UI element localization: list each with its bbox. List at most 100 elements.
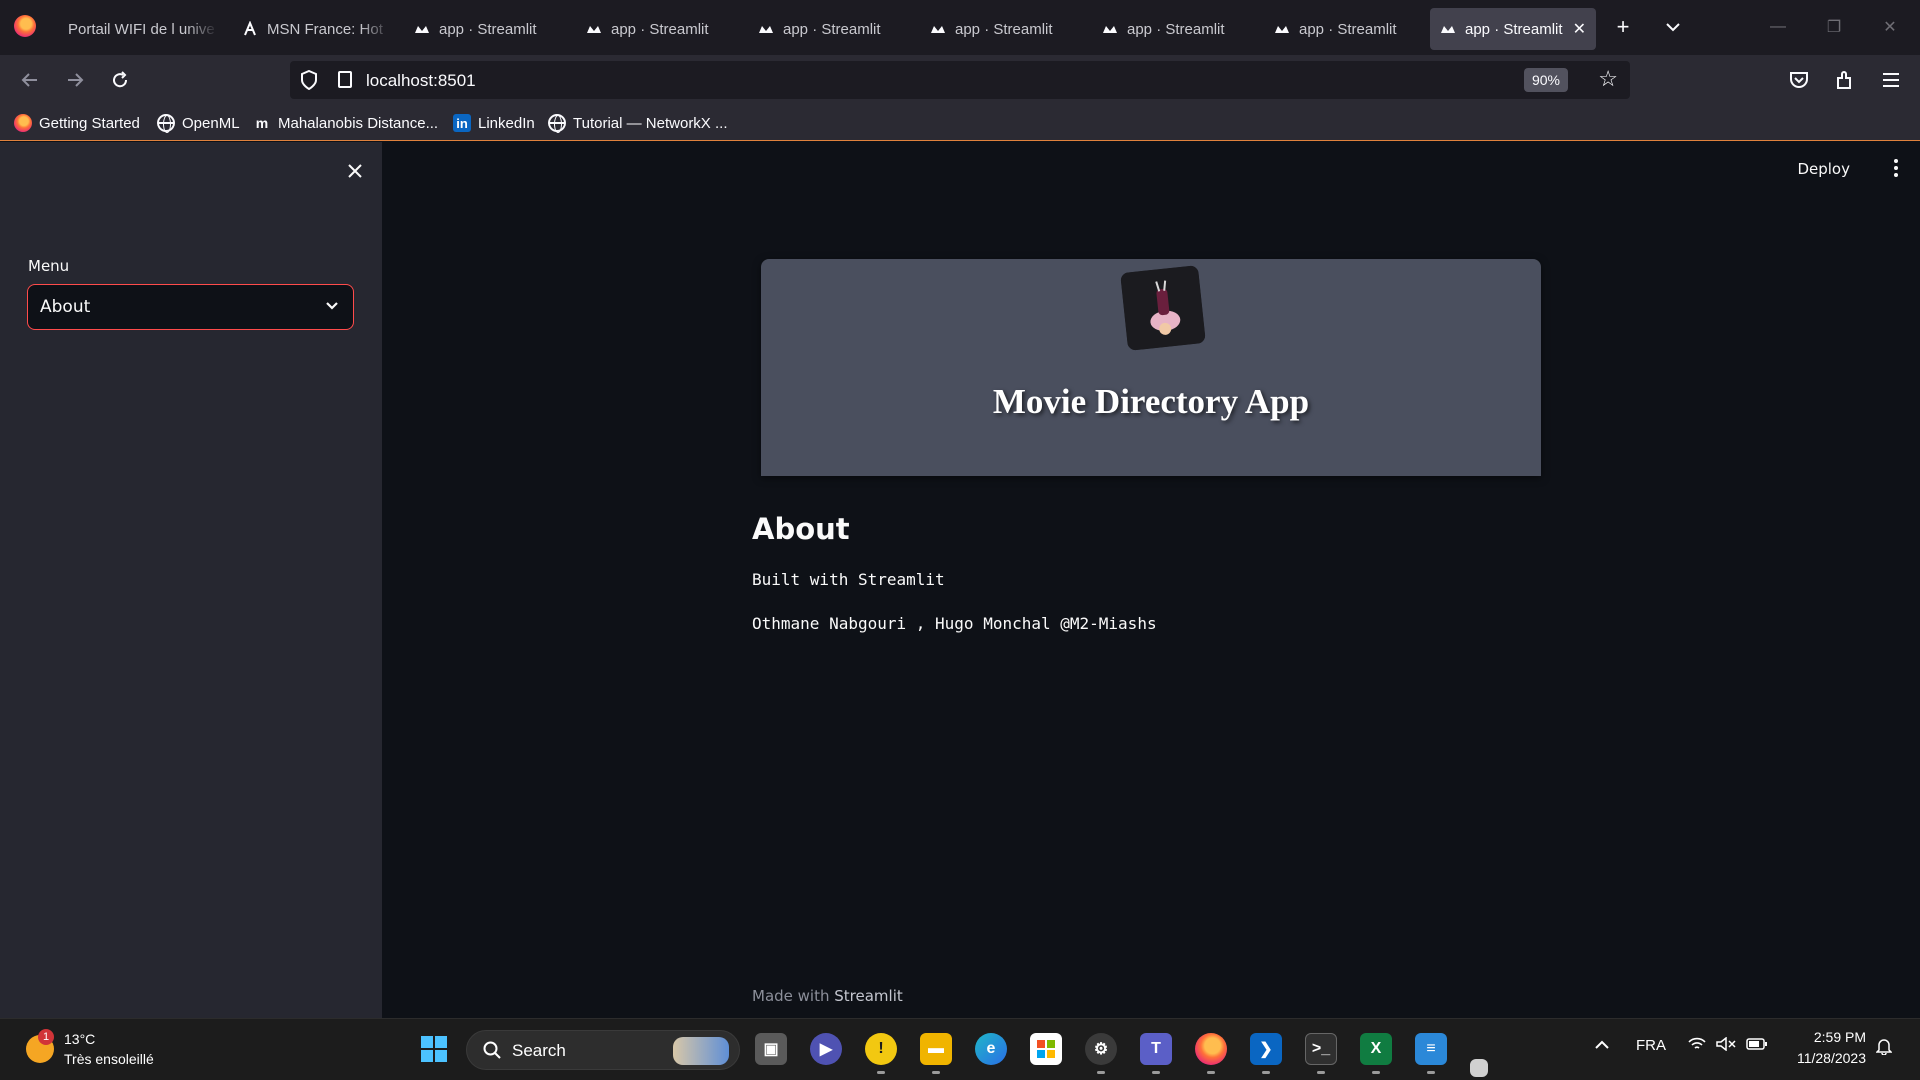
url-bar[interactable]: localhost:8501 90% ☆	[290, 61, 1630, 99]
bookmark-getting-started[interactable]: Getting Started	[14, 112, 140, 134]
weather-temp[interactable]: 13°C	[64, 1031, 95, 1047]
list-tabs-icon[interactable]	[1658, 12, 1688, 42]
settings-gear-icon[interactable]: ⚙	[1085, 1033, 1117, 1065]
browser-tab[interactable]: MSN France: Hot	[232, 8, 392, 50]
terminal-icon[interactable]: >_	[1305, 1033, 1337, 1065]
weather-desc[interactable]: Très ensoleillé	[64, 1051, 154, 1067]
snipping-tool-icon[interactable]	[1470, 1059, 1488, 1077]
menu-select[interactable]: About	[27, 284, 354, 330]
streamlit-icon	[586, 21, 602, 37]
page-info-icon[interactable]	[338, 71, 352, 88]
firefox-icon	[14, 114, 32, 132]
search-highlight-image	[673, 1037, 729, 1065]
msn-icon	[242, 21, 258, 37]
start-windows-icon[interactable]	[418, 1033, 450, 1065]
browser-tab[interactable]: app · Streamlit	[576, 8, 736, 50]
footer-streamlit-link[interactable]: Streamlit	[834, 987, 903, 1005]
url-text[interactable]: localhost:8501	[366, 71, 476, 91]
browser-tab-strip: Portail WIFI de l unive MSN France: Hot …	[0, 0, 1920, 55]
browser-tab[interactable]: app · Streamlit	[748, 8, 908, 50]
close-sidebar-icon[interactable]	[340, 156, 370, 186]
bookmark-networkx[interactable]: Tutorial — NetworkX ...	[548, 112, 727, 134]
notification-bell-icon[interactable]	[1875, 1037, 1893, 1059]
windows-taskbar: 1 13°C Très ensoleillé Search ▣ ▶ ! ▬ e …	[0, 1018, 1920, 1080]
deploy-button[interactable]: Deploy	[1797, 160, 1850, 178]
bookmark-linkedin[interactable]: in LinkedIn	[453, 112, 535, 134]
running-indicator	[1097, 1071, 1105, 1074]
browser-tab-active[interactable]: app · Streamlit ✕	[1430, 8, 1596, 50]
app-header-banner: Movie Directory App	[761, 259, 1541, 476]
teams-chat-icon[interactable]: ▶	[810, 1033, 842, 1065]
firefox-icon[interactable]	[1195, 1033, 1227, 1065]
running-indicator	[1317, 1071, 1325, 1074]
notepad-icon[interactable]: ≡	[1415, 1033, 1447, 1065]
close-tab-icon[interactable]: ✕	[1573, 19, 1586, 39]
close-window-icon[interactable]: ✕	[1870, 12, 1910, 42]
new-tab-icon[interactable]: +	[1608, 12, 1638, 42]
browser-tab[interactable]: Portail WIFI de l unive	[58, 8, 218, 50]
pocket-icon[interactable]	[1784, 65, 1814, 95]
battery-icon[interactable]	[1746, 1037, 1768, 1054]
linkedin-icon: in	[453, 114, 471, 132]
app-menu-icon[interactable]	[1876, 65, 1906, 95]
edge-icon[interactable]: e	[975, 1033, 1007, 1065]
tab-label: app · Streamlit	[439, 20, 537, 38]
wifi-icon[interactable]	[1688, 1037, 1706, 1055]
tab-label: app · Streamlit	[783, 20, 881, 38]
browser-tab[interactable]: app · Streamlit	[920, 8, 1080, 50]
browser-tab[interactable]: app · Streamlit	[404, 8, 564, 50]
streamlit-icon	[414, 21, 430, 37]
search-icon	[483, 1041, 501, 1059]
bookmark-label: Getting Started	[39, 114, 140, 132]
restore-icon[interactable]: ❐	[1814, 12, 1854, 42]
bookmark-star-icon[interactable]: ☆	[1598, 66, 1618, 92]
bookmark-label: Mahalanobis Distance...	[278, 114, 439, 132]
app-title: Movie Directory App	[992, 382, 1310, 421]
clock-time[interactable]: 2:59 PM	[1814, 1029, 1866, 1045]
app-sidebar: Menu About	[0, 142, 382, 1018]
vscode-icon[interactable]: ❯	[1250, 1033, 1282, 1065]
minimize-icon[interactable]: —	[1758, 12, 1798, 42]
tab-label: app · Streamlit	[611, 20, 709, 38]
file-explorer-icon[interactable]: ▬	[920, 1033, 952, 1065]
streamlit-icon	[758, 21, 774, 37]
bookmark-mahalanobis[interactable]: m Mahalanobis Distance...	[253, 112, 438, 134]
globe-icon	[157, 114, 175, 133]
zoom-level-badge[interactable]: 90%	[1523, 68, 1568, 92]
running-indicator	[1207, 1071, 1215, 1074]
reload-icon[interactable]	[105, 65, 135, 95]
app-icon[interactable]: !	[865, 1033, 897, 1065]
input-language[interactable]: FRA	[1636, 1037, 1666, 1054]
clock-date[interactable]: 11/28/2023	[1797, 1050, 1866, 1066]
main-menu-icon[interactable]	[1886, 156, 1906, 180]
bookmark-openml[interactable]: OpenML	[157, 112, 240, 134]
tab-label: app · Streamlit	[1299, 20, 1397, 38]
footer: Made with Streamlit	[752, 987, 903, 1005]
streamlit-icon	[1274, 21, 1290, 37]
browser-tab[interactable]: app · Streamlit	[1092, 8, 1252, 50]
extensions-icon[interactable]	[1830, 65, 1860, 95]
running-indicator	[932, 1071, 940, 1074]
navigation-toolbar: localhost:8501 90% ☆	[0, 55, 1920, 105]
firefox-menu-icon[interactable]	[14, 15, 36, 37]
back-icon[interactable]	[15, 65, 45, 95]
bookmark-label: OpenML	[182, 114, 240, 132]
about-text-built-with: Built with Streamlit	[752, 570, 945, 589]
shield-icon[interactable]	[300, 69, 318, 91]
running-indicator	[1372, 1071, 1380, 1074]
excel-icon[interactable]: X	[1360, 1033, 1392, 1065]
task-view-icon[interactable]: ▣	[755, 1033, 787, 1065]
browser-tab[interactable]: app · Streamlit	[1264, 8, 1424, 50]
streamlit-icon	[1102, 21, 1118, 37]
app-logo-image	[1120, 265, 1206, 351]
teams-icon[interactable]: T	[1140, 1033, 1172, 1065]
menu-label: Menu	[28, 257, 70, 275]
taskbar-search-box[interactable]: Search	[466, 1030, 740, 1070]
tab-label: app · Streamlit	[1127, 20, 1225, 38]
microsoft-store-icon[interactable]	[1030, 1033, 1062, 1065]
globe-icon	[548, 114, 566, 133]
forward-icon[interactable]	[60, 65, 90, 95]
show-hidden-icons-icon[interactable]	[1594, 1037, 1610, 1054]
weather-badge: 1	[38, 1029, 54, 1045]
volume-muted-icon[interactable]	[1716, 1036, 1736, 1055]
